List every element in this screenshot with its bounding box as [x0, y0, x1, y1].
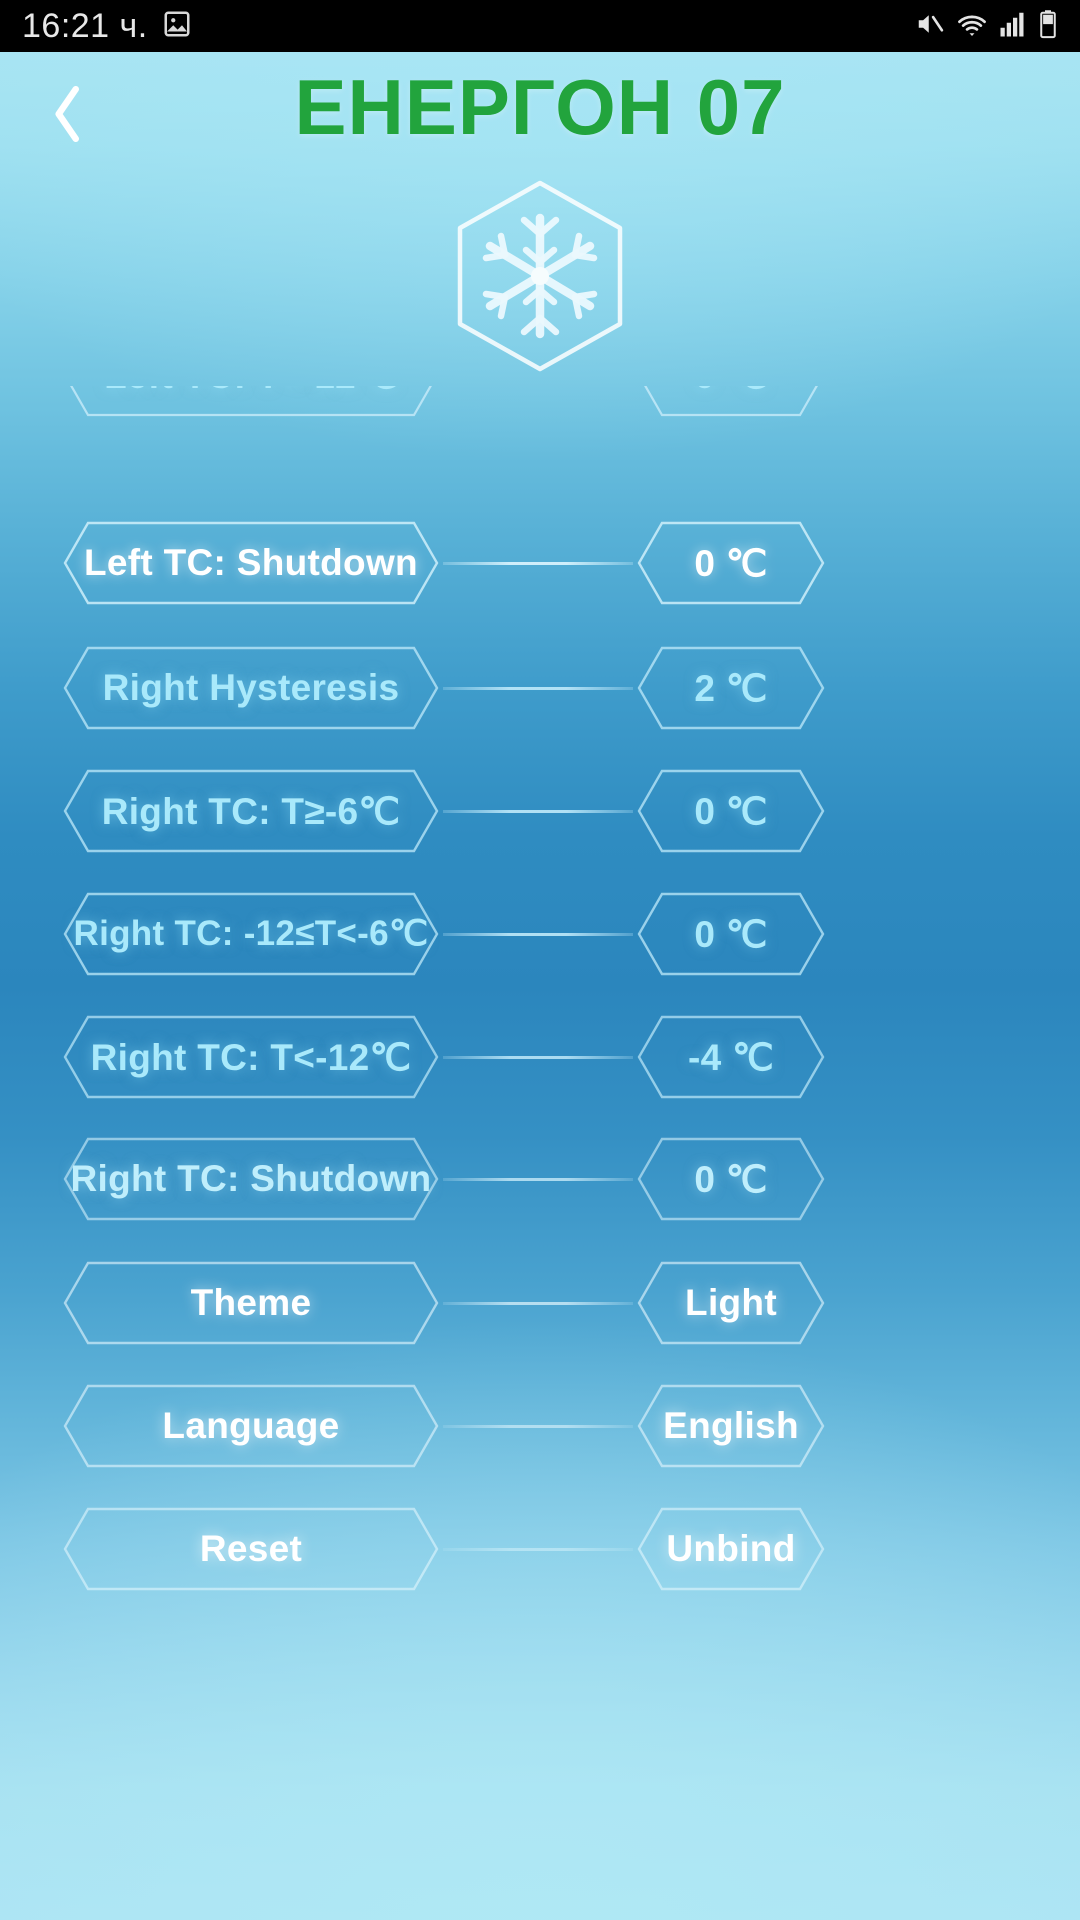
setting-label-hex[interactable]: Left TC: Shutdown [62, 520, 440, 606]
page-title: ЕНЕРГОН 07 [294, 63, 786, 151]
setting-value-hex[interactable]: 2 ℃ [636, 645, 826, 731]
setting-label-hex[interactable]: Right TC: Shutdown [62, 1136, 440, 1222]
setting-label-hex[interactable]: Right TC: T≥-6℃ [62, 768, 440, 854]
setting-value-hex[interactable]: 0 ℃ [636, 891, 826, 977]
setting-label: Language [162, 1405, 340, 1446]
setting-label-hex[interactable]: Right TC: T<-12℃ [62, 1014, 440, 1100]
setting-label: Left TC: T<-12℃ [62, 386, 440, 418]
unbind-label: Unbind [666, 1528, 796, 1569]
setting-value: 0 ℃ [694, 542, 768, 584]
row-connector [443, 1055, 633, 1059]
status-bar-right [915, 9, 1058, 44]
setting-value: 2 ℃ [694, 667, 768, 709]
setting-value-hex[interactable]: 0 ℃ [636, 520, 826, 606]
settings-row[interactable]: Right TC: -12≤T<-6℃ 0 ℃ [0, 891, 1080, 977]
setting-label-hex[interactable]: Left TC: T<-12℃ [62, 386, 440, 418]
settings-row[interactable]: Right TC: Shutdown 0 ℃ [0, 1136, 1080, 1222]
row-connector [443, 932, 633, 936]
row-connector [443, 1177, 633, 1181]
setting-label: Right TC: -12≤T<-6℃ [73, 914, 429, 953]
setting-value: Light [685, 1282, 777, 1323]
setting-value: 0 ℃ [694, 790, 768, 832]
row-connector [443, 1547, 633, 1551]
setting-label: Right TC: Shutdown [70, 1158, 432, 1199]
cellular-signal-icon [999, 9, 1027, 44]
setting-label: Right Hysteresis [102, 667, 400, 708]
unbind-button[interactable]: Unbind [636, 1506, 826, 1592]
row-connector [443, 809, 633, 813]
settings-row[interactable]: Right Hysteresis 2 ℃ [0, 645, 1080, 731]
setting-value-hex[interactable]: -4 ℃ [636, 1014, 826, 1100]
settings-row-reset-unbind[interactable]: Reset Unbind [0, 1506, 1080, 1592]
setting-label: Left TC: Shutdown [84, 542, 418, 583]
row-connector [443, 686, 633, 690]
phone-screen: 16:21 ч. ЕНЕРГОН 07 Left TC: Shutdown 0 … [0, 0, 1080, 1920]
settings-row[interactable]: Right TC: T≥-6℃ 0 ℃ [0, 768, 1080, 854]
settings-row[interactable]: Left TC: Shutdown 0 ℃ [0, 520, 1080, 606]
reset-button[interactable]: Reset [62, 1506, 440, 1592]
wifi-icon [956, 9, 988, 44]
setting-value: 0 ℃ [694, 913, 768, 955]
setting-label: Theme [190, 1282, 312, 1323]
setting-value-hex[interactable]: 0 ℃ [636, 1136, 826, 1222]
setting-value-hex[interactable]: 0 ℃ [636, 768, 826, 854]
row-connector [443, 1301, 633, 1305]
settings-row[interactable]: Left TC: T<-12℃ 0 ℃ [0, 386, 1080, 418]
setting-value: -4 ℃ [688, 1036, 774, 1078]
setting-value: English [663, 1405, 799, 1446]
setting-label-hex[interactable]: Theme [62, 1260, 440, 1346]
row-connector [443, 561, 633, 565]
snowflake-hexagon-icon [450, 178, 630, 374]
settings-row[interactable]: Right TC: T<-12℃ -4 ℃ [0, 1014, 1080, 1100]
settings-row-language[interactable]: Language English [0, 1383, 1080, 1469]
app-header: ЕНЕРГОН 07 [0, 52, 1080, 172]
battery-icon [1038, 9, 1058, 44]
setting-label-hex[interactable]: Right Hysteresis [62, 645, 440, 731]
reset-label: Reset [199, 1528, 303, 1569]
status-bar-left: 16:21 ч. [22, 7, 192, 46]
setting-value-hex[interactable]: 0 ℃ [636, 386, 826, 418]
setting-label: Right TC: T≥-6℃ [101, 790, 401, 832]
setting-value-hex[interactable]: English [636, 1383, 826, 1469]
setting-label-hex[interactable]: Language [62, 1383, 440, 1469]
setting-value-hex[interactable]: Light [636, 1260, 826, 1346]
settings-list[interactable]: Left TC: T<-12℃ 0 ℃ Left TC: Shutdown [0, 170, 1080, 1920]
mute-icon [915, 9, 945, 44]
image-icon [162, 9, 192, 44]
status-bar: 16:21 ч. [0, 0, 1080, 52]
setting-label-hex[interactable]: Right TC: -12≤T<-6℃ [62, 891, 440, 977]
setting-value: 0 ℃ [694, 1158, 768, 1200]
status-bar-clock: 16:21 ч. [22, 6, 148, 45]
setting-value: 0 ℃ [636, 386, 826, 418]
setting-label: Right TC: T<-12℃ [90, 1036, 412, 1078]
settings-row-theme[interactable]: Theme Light [0, 1260, 1080, 1346]
row-connector [443, 1424, 633, 1428]
